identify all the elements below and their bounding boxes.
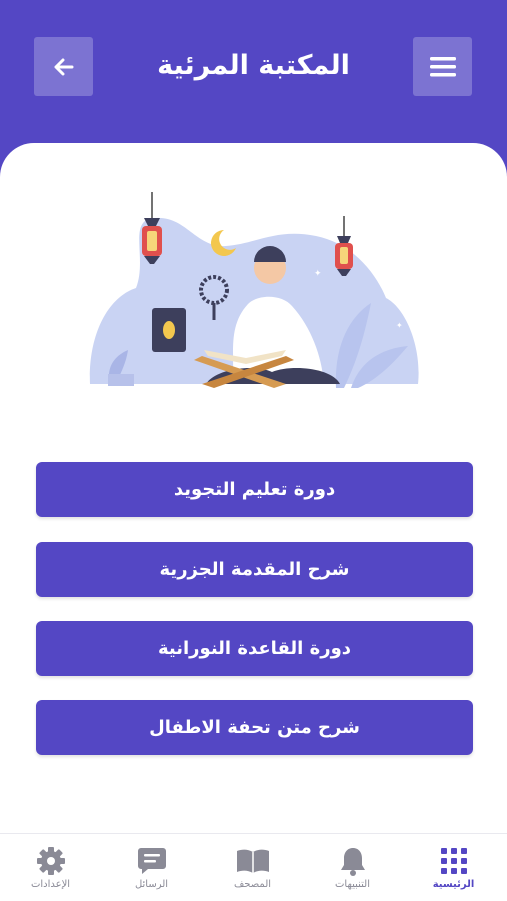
tab-mushaf[interactable]: المصحف [202, 834, 303, 901]
svg-text:✦: ✦ [396, 321, 403, 330]
tab-label: التنبيهات [335, 879, 370, 890]
book-icon [236, 849, 269, 873]
grid-icon [440, 848, 467, 874]
tab-settings[interactable]: الإعدادات [0, 834, 101, 901]
hamburger-icon [429, 56, 456, 76]
tab-label: المصحف [233, 879, 272, 890]
tab-label: الرسائل [134, 879, 169, 890]
tab-label: الإعدادات [30, 879, 71, 890]
menu-button[interactable] [413, 37, 472, 96]
quran-reading-illustration: ✦ ✦ ✦ [89, 192, 419, 388]
course-button-tajweed[interactable]: دورة تعليم التجويد [36, 462, 473, 517]
back-button[interactable] [34, 37, 93, 96]
tab-messages[interactable]: الرسائل [101, 834, 202, 901]
svg-text:✦: ✦ [112, 285, 119, 294]
bottom-tab-bar: الرئيسية التنبيهات المصحف الرسائل الإعدا… [0, 833, 507, 901]
arrow-left-icon [54, 58, 73, 75]
app-header: المكتبة المرئية [0, 0, 507, 150]
course-button-nooraniyah[interactable]: دورة القاعدة النورانية [36, 621, 473, 676]
tab-home[interactable]: الرئيسية [403, 834, 504, 901]
message-icon [137, 848, 166, 874]
bell-icon [340, 848, 365, 876]
svg-text:✦: ✦ [314, 269, 322, 279]
course-button-jazariyah[interactable]: شرح المقدمة الجزرية [36, 542, 473, 597]
tab-notifications[interactable]: التنبيهات [302, 834, 403, 901]
course-button-tuhfat-alatfal[interactable]: شرح متن تحفة الاطفال [36, 700, 473, 755]
tab-label: الرئيسية [432, 879, 475, 890]
page-title: المكتبة المرئية [157, 50, 350, 81]
gear-icon [36, 847, 65, 875]
